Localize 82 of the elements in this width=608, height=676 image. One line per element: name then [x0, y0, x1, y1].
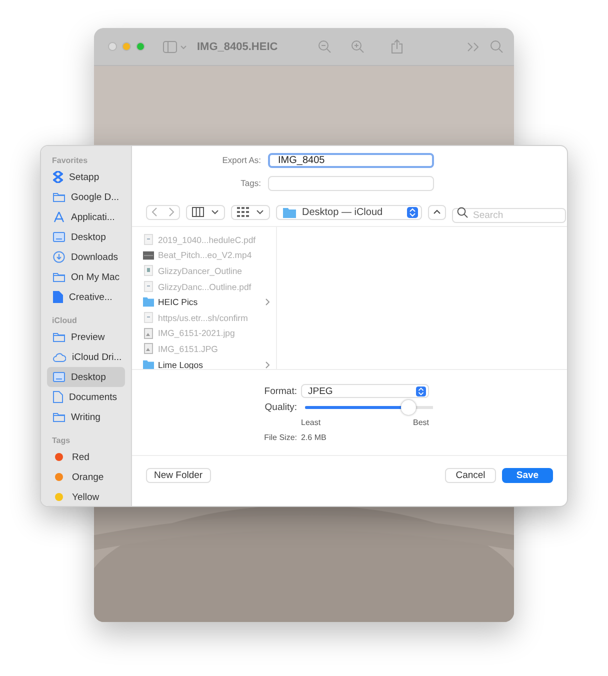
- pdf-file-icon: [143, 312, 154, 324]
- field-label: Export As:: [221, 155, 262, 165]
- cloud-icon: [53, 352, 66, 362]
- location-dropdown[interactable]: Desktop — iCloud: [276, 204, 422, 220]
- stepper-icon: [407, 206, 418, 218]
- format-label: Format:: [263, 386, 298, 396]
- field-label: Tags:: [240, 178, 262, 188]
- group-button[interactable]: [231, 204, 270, 220]
- image-file-icon: [143, 328, 154, 339]
- image-file-icon: [143, 343, 154, 354]
- chevron-right-icon: [265, 298, 270, 306]
- section-heading: Tags: [52, 436, 72, 445]
- close-button[interactable]: [108, 42, 117, 51]
- sidebar-item[interactable]: Setapp: [47, 167, 125, 187]
- setapp-icon: [53, 171, 63, 183]
- search-icon[interactable]: [490, 40, 503, 53]
- desktop-icon: [53, 372, 65, 382]
- zoom-button[interactable]: [136, 42, 145, 51]
- filename-field[interactable]: IMG_8405: [268, 152, 434, 168]
- expand-button[interactable]: [428, 204, 446, 220]
- window-title: IMG_8405.HEIC: [197, 40, 278, 52]
- file-icon: [53, 291, 63, 303]
- folder-icon: [53, 412, 65, 422]
- sidebar-item[interactable]: Red: [47, 447, 125, 467]
- columns-icon: [192, 207, 204, 217]
- zoom-in-icon[interactable]: [350, 40, 364, 53]
- document-icon: [143, 265, 154, 276]
- pdf-file-icon: [143, 281, 154, 292]
- format-dropdown[interactable]: JPEG: [301, 384, 429, 398]
- sidebar-item[interactable]: Google D...: [47, 187, 125, 207]
- sidebar-item[interactable]: Desktop: [47, 227, 125, 247]
- file-item[interactable]: Lime Logos: [143, 356, 270, 369]
- share-icon[interactable]: [390, 39, 403, 54]
- folder-icon: [143, 297, 154, 308]
- sidebar-item[interactable]: iCloud Dri...: [47, 347, 125, 367]
- video-thumbnail-icon: [143, 250, 154, 260]
- file-size-label: File Size:: [263, 432, 298, 442]
- file-size-value: 2.6 MB: [301, 432, 326, 442]
- section-heading: iCloud: [52, 316, 78, 325]
- save-button[interactable]: Save: [502, 468, 553, 483]
- section-heading: Favorites: [52, 156, 89, 165]
- chevron-up-icon: [433, 209, 441, 215]
- sidebar-item[interactable]: Applicati...: [47, 207, 125, 227]
- download-icon: [53, 251, 65, 263]
- applications-icon: [53, 211, 65, 223]
- min-label: Least: [301, 418, 321, 426]
- grid-icon: [237, 207, 249, 217]
- sidebar-item[interactable]: Downloads: [47, 247, 125, 267]
- navigation-buttons[interactable]: [146, 204, 180, 220]
- chevron-right-icon: [265, 360, 270, 369]
- dialog-button[interactable]: Cancel: [445, 468, 496, 483]
- folder-icon: [53, 272, 65, 282]
- file-item[interactable]: HEIC Pics: [143, 294, 270, 310]
- chevron-icon: [256, 209, 264, 215]
- folder-icon: [143, 360, 154, 369]
- sidebar-item[interactable]: Documents: [47, 387, 125, 407]
- sidebar-item[interactable]: On My Mac: [47, 267, 125, 287]
- max-label: Best: [412, 418, 429, 426]
- minimize-button[interactable]: [122, 42, 131, 51]
- dialog-button[interactable]: New Folder: [146, 468, 211, 483]
- pdf-file-icon: [143, 234, 154, 246]
- search-icon: [457, 206, 468, 218]
- sidebar-item[interactable]: Preview: [47, 327, 125, 347]
- tags-field[interactable]: [268, 176, 434, 190]
- document-icon: [53, 391, 63, 403]
- desktop-icon: [53, 232, 65, 242]
- zoom-out-icon[interactable]: [318, 40, 331, 53]
- quality-label: Quality:: [264, 402, 298, 412]
- sidebar-item[interactable]: Creative...: [47, 287, 125, 307]
- sidebar-item[interactable]: Desktop: [47, 367, 125, 387]
- view-button[interactable]: [186, 204, 225, 220]
- sidebar-item[interactable]: Yellow: [47, 487, 125, 506]
- slider-thumb[interactable]: [400, 400, 416, 414]
- folder-icon: [53, 332, 65, 342]
- stepper-icon: [416, 386, 426, 396]
- more-icon[interactable]: [466, 42, 480, 52]
- sidebar-item[interactable]: Orange: [47, 467, 125, 487]
- sidebar-icon[interactable]: [163, 40, 187, 52]
- search-field[interactable]: Search: [452, 208, 566, 222]
- folder-icon: [53, 192, 65, 202]
- sidebar-item[interactable]: Writing: [47, 407, 125, 427]
- chevron-icon: [211, 209, 219, 215]
